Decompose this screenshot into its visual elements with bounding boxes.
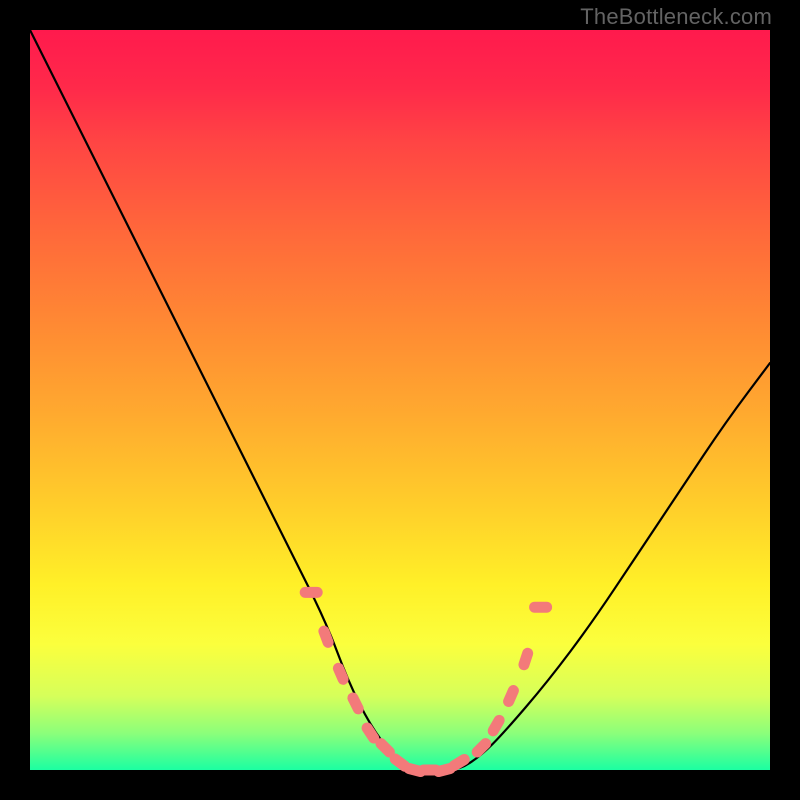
plot-area xyxy=(30,30,770,770)
curve-marker xyxy=(367,728,374,738)
curve-marker xyxy=(477,744,485,752)
bottleneck-curve-path xyxy=(30,30,770,770)
chart-frame: TheBottleneck.com xyxy=(0,0,800,800)
attribution-label: TheBottleneck.com xyxy=(580,4,772,30)
curve-marker xyxy=(381,744,389,752)
curve-marker xyxy=(324,631,328,642)
curve-marker xyxy=(395,759,405,766)
curve-marker xyxy=(338,668,343,679)
curve-marker xyxy=(509,691,514,702)
curve-marker xyxy=(439,769,451,772)
curve-marker xyxy=(353,698,358,709)
chart-svg xyxy=(30,30,770,770)
curve-marker xyxy=(493,720,499,730)
curve-marker xyxy=(524,653,528,664)
curve-marker xyxy=(454,760,464,766)
marker-group xyxy=(305,592,546,771)
